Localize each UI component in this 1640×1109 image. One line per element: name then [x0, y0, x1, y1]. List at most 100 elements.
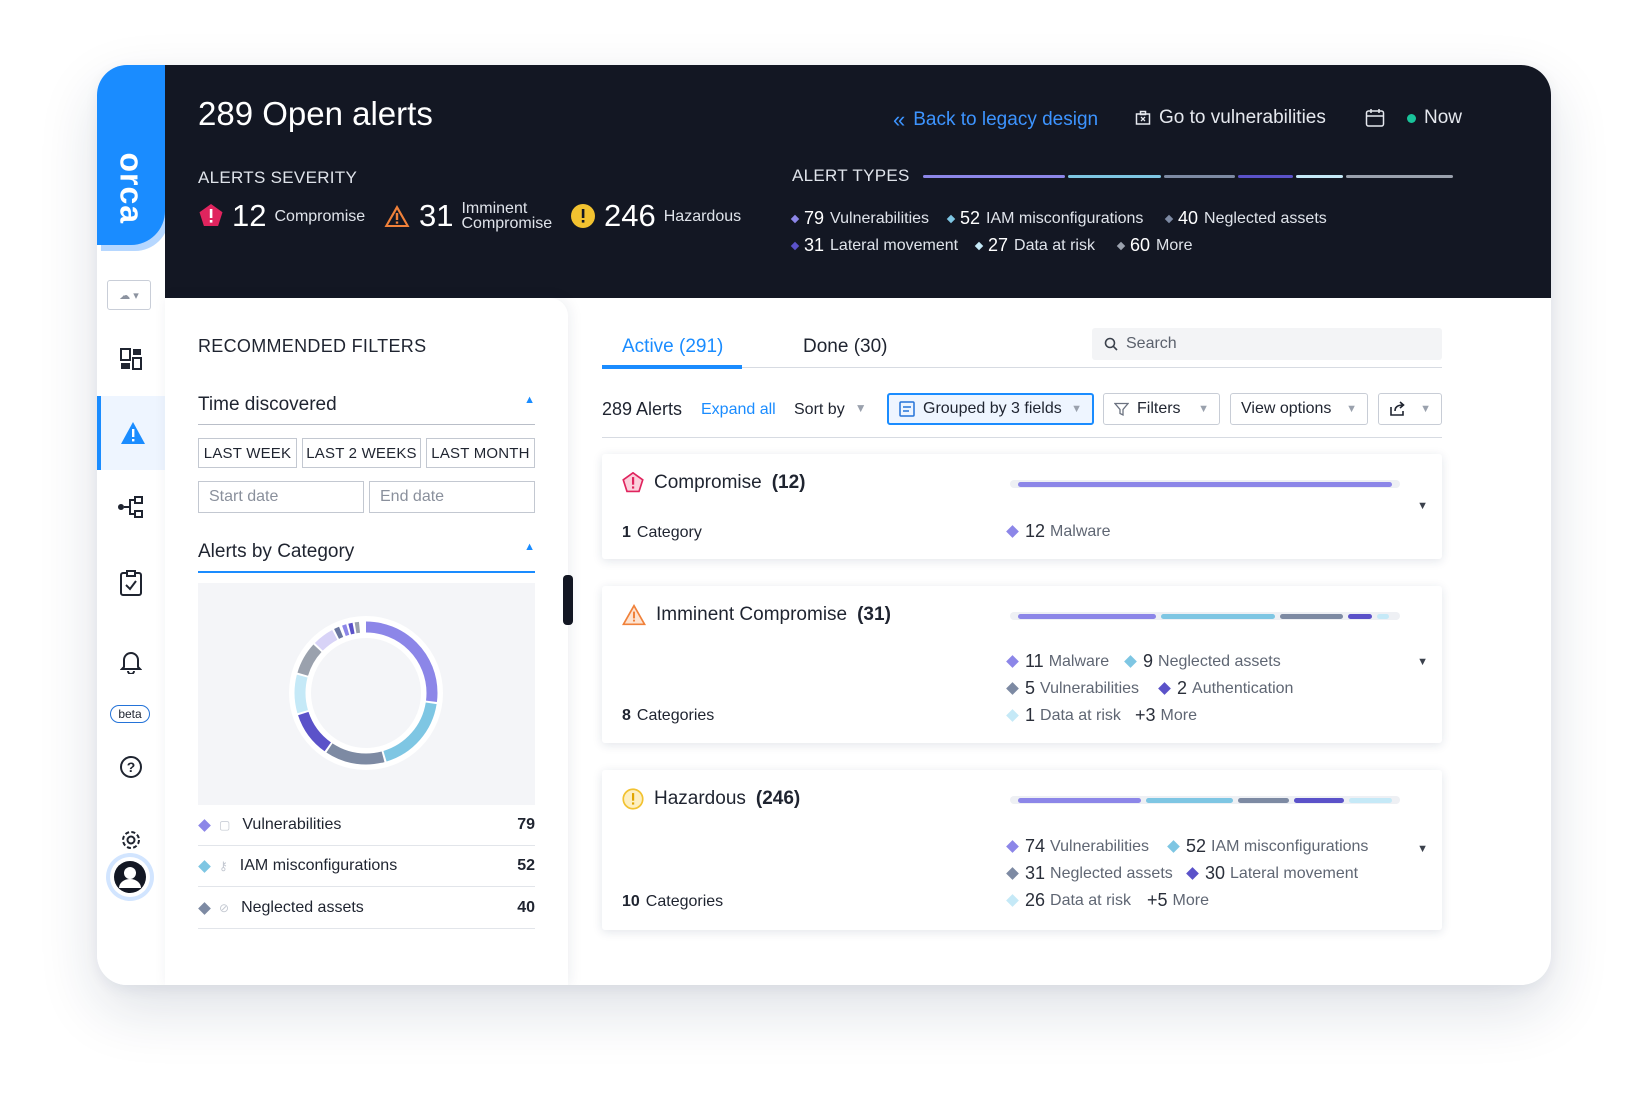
card-stat: 26 Data at risk [1006, 890, 1131, 911]
alerts-by-category-section[interactable]: Alerts by Category ▲ [198, 541, 535, 573]
type-bar-data-at-risk [1296, 175, 1343, 178]
group-icon [899, 401, 915, 417]
chevron-down-icon: ▼ [1198, 403, 1209, 415]
card-distribution-bar [1010, 796, 1400, 804]
account-selector[interactable]: ☁ ▾ [107, 280, 151, 310]
card-category-count: 8 Categories [622, 707, 715, 724]
back-to-legacy-link[interactable]: « Back to legacy design [893, 107, 1098, 133]
diamond-icon [1006, 867, 1019, 880]
chevron-down-icon: ▼ [1346, 403, 1357, 415]
diamond-icon [198, 859, 211, 873]
card-stat: 12 Malware [1006, 521, 1111, 542]
alert-type-lateral[interactable]: 31 Lateral movement [790, 235, 958, 256]
alert-type-more[interactable]: 60 More [1116, 235, 1192, 256]
severity-compromise[interactable]: 12 Compromise [198, 198, 365, 234]
sidebar-item-graph[interactable] [97, 470, 165, 544]
diamond-icon [198, 818, 211, 832]
expand-chevron-icon[interactable]: ▼ [1417, 843, 1428, 855]
go-to-vulnerabilities-link[interactable]: Go to vulnerabilities [1135, 107, 1326, 129]
avatar[interactable] [110, 857, 150, 897]
time-discovered-section[interactable]: Time discovered ▲ [198, 394, 535, 425]
type-bar-vulnerabilities [923, 175, 1065, 178]
severity-label: ALERTS SEVERITY [198, 168, 358, 187]
category-row-neglected[interactable]: ⊘ Neglected assets 40 [198, 888, 535, 929]
diamond-icon [790, 241, 800, 250]
card-distribution-bar [1010, 480, 1400, 488]
gear-icon [122, 831, 140, 849]
alert-group-card-imminent[interactable]: Imminent Compromise (31) 8 Categories 11 M… [602, 586, 1442, 743]
sidebar-item-help[interactable]: ? [97, 730, 165, 804]
sidebar-item-alerts[interactable] [97, 396, 165, 470]
card-distribution-bar [1010, 612, 1400, 620]
chevron-down-icon: ▼ [1071, 403, 1082, 415]
sort-by-dropdown[interactable]: Sort by ▼ [794, 401, 867, 419]
alert-type-vulnerabilities[interactable]: 79 Vulnerabilities [790, 208, 929, 229]
alert-type-iam[interactable]: 52 IAM misconfigurations [946, 208, 1143, 229]
bar-segment [1349, 797, 1392, 803]
compromise-icon [622, 472, 644, 493]
compromise-label: Compromise [274, 207, 366, 225]
chevron-down-icon: ▾ [133, 289, 139, 302]
chevron-down-icon: ▼ [854, 401, 867, 415]
panel-resize-handle[interactable] [563, 575, 573, 625]
calendar-icon [1365, 109, 1385, 127]
search-input[interactable]: Search [1092, 328, 1442, 360]
hazardous-count: 246 [604, 198, 656, 233]
sidebar-item-compliance[interactable] [97, 546, 165, 620]
alert-type-data-at-risk[interactable]: 27 Data at risk [974, 235, 1095, 256]
bar-segment [1377, 613, 1389, 619]
card-stat: 2 Authentication [1158, 678, 1293, 699]
filters-title: RECOMMENDED FILTERS [198, 336, 427, 356]
severity-imminent-compromise[interactable]: 31 Imminent Compromise [383, 198, 552, 234]
card-stat: 1 Data at risk [1006, 705, 1121, 726]
expand-chevron-icon[interactable]: ▼ [1417, 500, 1428, 512]
start-date-input[interactable]: Start date [198, 481, 364, 513]
card-stat: 31 Neglected assets [1006, 863, 1173, 884]
diamond-icon [1006, 525, 1019, 538]
compromise-icon [199, 204, 223, 226]
logo-block: orca [97, 65, 165, 245]
category-row-vulnerabilities[interactable]: ▢ Vulnerabilities 79 [198, 805, 535, 846]
main-content: Active (291) Done (30) Search 289 Alerts… [602, 298, 1442, 985]
card-category-count: 1 Category [622, 524, 702, 541]
end-date-input[interactable]: End date [369, 481, 535, 513]
alerts-count: 289 Alerts [602, 399, 683, 419]
sidebar-item-notifications[interactable] [97, 625, 165, 699]
chip-last-week[interactable]: LAST WEEK [198, 438, 297, 468]
card-more[interactable]: +5 More [1147, 890, 1209, 911]
collapse-icon[interactable]: ▲ [524, 394, 535, 416]
bar-segment [1018, 797, 1141, 803]
type-bar-iam [1068, 175, 1161, 178]
alert-type-neglected[interactable]: 40 Neglected assets [1164, 208, 1327, 229]
app-window: orca ☁ ▾ beta ? 289 Open alerts « Back t… [97, 65, 1551, 985]
group-by-dropdown[interactable]: Grouped by 3 fields ▼ [887, 393, 1094, 425]
bar-segment [1161, 613, 1275, 619]
card-stat: 9 Neglected assets [1124, 651, 1281, 672]
card-more[interactable]: +3 More [1135, 705, 1197, 726]
imminent-label: Imminent Compromise [461, 200, 553, 232]
alert-group-card-compromise[interactable]: Compromise (12) 1 Category 12 Malware ▼ [602, 454, 1442, 559]
collapse-icon[interactable]: ▲ [524, 541, 535, 563]
view-options-dropdown[interactable]: View options ▼ [1230, 393, 1368, 425]
lock-icon: ▢ [219, 818, 231, 832]
sidebar-item-dashboard[interactable] [97, 322, 165, 396]
search-icon [1104, 337, 1118, 351]
filters-dropdown[interactable]: Filters ▼ [1103, 393, 1220, 425]
export-dropdown[interactable]: ▼ [1378, 393, 1442, 425]
diamond-icon [1006, 655, 1019, 668]
logo: orca [113, 152, 150, 225]
svg-text:?: ? [127, 759, 136, 775]
category-row-iam[interactable]: ⚷ IAM misconfigurations 52 [198, 846, 535, 887]
diamond-icon [790, 214, 800, 223]
time-range-picker[interactable]: Now [1365, 107, 1462, 129]
alert-group-card-hazardous[interactable]: Hazardous (246) 10 Categories 74 Vulnerabi… [602, 770, 1442, 930]
chip-last-2-weeks[interactable]: LAST 2 WEEKS [302, 438, 421, 468]
severity-hazardous[interactable]: 246 Hazardous [570, 198, 741, 234]
user-icon [114, 861, 146, 893]
tab-done[interactable]: Done (30) [803, 336, 888, 358]
expand-chevron-icon[interactable]: ▼ [1417, 656, 1428, 668]
chip-last-month[interactable]: LAST MONTH [426, 438, 535, 468]
tab-active[interactable]: Active (291) [622, 336, 723, 358]
graph-icon [118, 496, 143, 518]
expand-all-link[interactable]: Expand all [701, 401, 776, 419]
